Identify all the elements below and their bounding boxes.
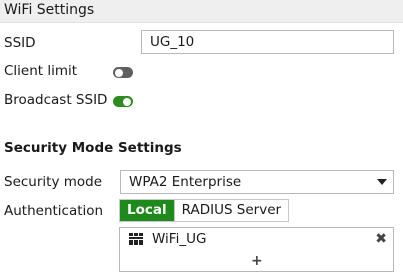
plus-icon[interactable]: + (251, 253, 263, 269)
client-limit-label: Client limit (4, 63, 78, 79)
broadcast-ssid-toggle[interactable] (113, 96, 133, 107)
list-item: WiFi_UG (152, 231, 207, 247)
security-mode-value: WPA2 Enterprise (129, 174, 242, 190)
broadcast-ssid-label: Broadcast SSID (4, 92, 108, 108)
security-mode-label: Security mode (4, 174, 103, 190)
toggle-knob (123, 97, 131, 106)
close-icon[interactable]: ✖ (375, 231, 387, 247)
caret-down-icon (377, 179, 387, 185)
ssid-input[interactable]: UG_10 (141, 30, 394, 54)
authentication-toggle: Local RADIUS Server (119, 199, 290, 222)
auth-option-local[interactable]: Local (120, 200, 174, 221)
user-group-icon (129, 233, 143, 245)
authentication-label: Authentication (4, 203, 104, 219)
user-group-list: WiFi_UG ✖ + (119, 227, 394, 272)
client-limit-toggle[interactable] (113, 67, 133, 78)
security-mode-select[interactable]: WPA2 Enterprise (120, 170, 394, 194)
ssid-label: SSID (4, 35, 36, 51)
security-mode-settings-title: Security Mode Settings (4, 140, 182, 156)
wifi-settings-header: WiFi Settings (0, 0, 403, 23)
section-title: WiFi Settings (4, 2, 95, 18)
auth-option-radius-server[interactable]: RADIUS Server (173, 200, 289, 221)
toggle-knob (115, 68, 123, 77)
ssid-value: UG_10 (150, 34, 195, 50)
